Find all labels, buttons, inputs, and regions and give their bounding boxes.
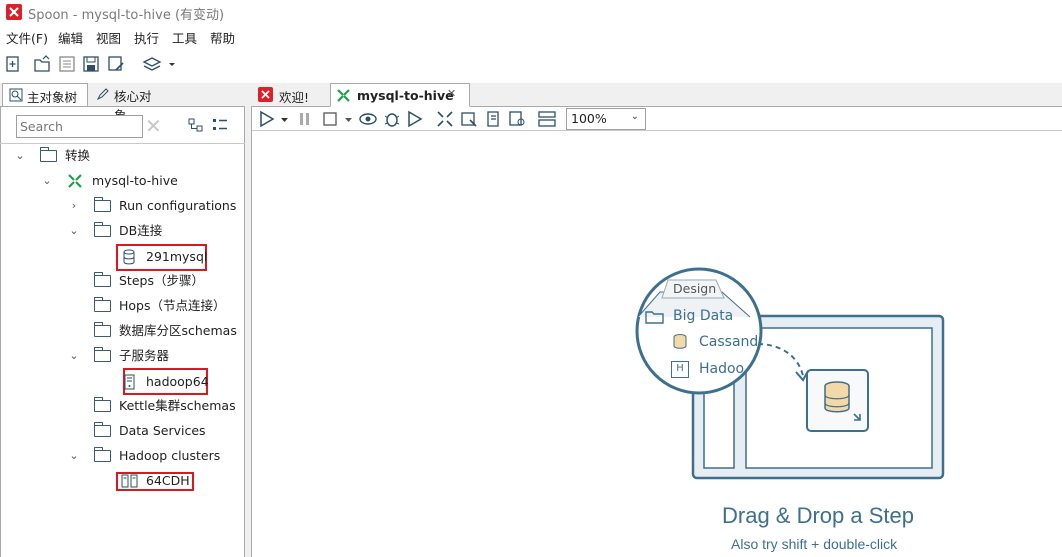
chevron-down-icon[interactable]: ⌄: [41, 170, 53, 192]
database-icon: [673, 334, 687, 349]
hadoop-cluster-icon: [121, 474, 138, 488]
tree-label: DB连接: [119, 223, 163, 238]
folder-icon: [93, 347, 111, 362]
menu-help[interactable]: 帮助: [210, 28, 235, 47]
tree-icon: [9, 88, 23, 102]
tree-label: 291mysql: [146, 249, 208, 264]
folder-icon: [93, 197, 111, 212]
hadoop-badge-icon: H: [671, 361, 689, 378]
main-toolbar: [0, 50, 1062, 78]
hadoop-label: Hadoop: [699, 361, 745, 377]
window-title: Spoon - mysql-to-hive (有变动): [28, 8, 225, 23]
tab-core-objects[interactable]: 核心对象: [90, 83, 168, 123]
cassandra-label: Cassandra: [699, 334, 759, 350]
chevron-down-icon[interactable]: ⌄: [68, 445, 80, 467]
folder-icon: [93, 297, 111, 312]
perspective-layers-icon[interactable]: [141, 54, 177, 74]
clear-search-icon[interactable]: ✕: [145, 115, 163, 137]
expand-all-icon[interactable]: [188, 117, 204, 137]
pause-icon[interactable]: [298, 110, 312, 128]
big-data-label: Big Data: [673, 308, 734, 324]
drag-drop-title: Drag & Drop a Step: [722, 503, 914, 528]
spoon-app-icon: [6, 4, 22, 20]
open-folder-icon[interactable]: [32, 54, 52, 74]
search-input[interactable]: [16, 115, 143, 138]
verify-icon[interactable]: [436, 110, 456, 128]
tree-label: Steps（步骤）: [119, 273, 204, 288]
save-icon[interactable]: [81, 54, 101, 74]
left-tabs: 主对象树 核心对象: [0, 83, 245, 123]
tree-label: hadoop64: [146, 374, 209, 389]
tree-label: Kettle集群schemas: [119, 398, 236, 413]
chevron-right-icon[interactable]: ›: [68, 195, 80, 217]
chevron-down-icon[interactable]: ⌄: [14, 145, 26, 167]
tab-welcome[interactable]: 欢迎!: [253, 83, 331, 107]
editor-toolbar: [252, 107, 1062, 131]
menu-edit[interactable]: 编辑: [58, 28, 83, 47]
folder-icon: [39, 147, 57, 162]
folder-icon: [93, 222, 111, 237]
folder-icon: [93, 272, 111, 287]
preview-eye-icon[interactable]: [358, 110, 378, 128]
tab-main-tree-label: 主对象树: [27, 90, 78, 105]
menu-view[interactable]: 视图: [96, 28, 121, 47]
collapse-all-icon[interactable]: [212, 117, 228, 137]
results-panel-icon[interactable]: [538, 110, 556, 128]
chevron-down-icon[interactable]: ⌄: [68, 220, 80, 242]
drag-drop-subtitle: Also try shift + double-click: [731, 536, 898, 552]
database-icon: [123, 249, 135, 265]
stop-dropdown-icon[interactable]: [344, 110, 354, 128]
divider: [0, 143, 245, 144]
folder-icon: [93, 422, 111, 437]
tree-label: 数据库分区schemas: [119, 323, 237, 338]
tree-label: Run configurations: [119, 198, 237, 213]
close-tab-icon[interactable]: ✕: [447, 87, 456, 100]
menu-file[interactable]: 文件(F): [6, 28, 48, 47]
tree-label: Hops（节点连接）: [119, 298, 226, 313]
title-bar: Spoon - mysql-to-hive (有变动): [0, 0, 1062, 24]
explore-db-icon[interactable]: [508, 110, 528, 128]
tree-label: 转换: [65, 148, 91, 163]
tab-mysql-to-hive[interactable]: mysql-to-hive ✕: [330, 83, 470, 107]
folder-icon: [93, 322, 111, 337]
zoom-select[interactable]: 100% ⌄: [566, 108, 646, 130]
save-as-icon[interactable]: [106, 54, 126, 74]
editor-tabs: 欢迎! mysql-to-hive ✕: [251, 83, 1062, 107]
replay-icon[interactable]: [406, 110, 426, 128]
transformation-icon: [68, 174, 82, 188]
menu-bar: 文件(F) 编辑 视图 执行 工具 帮助: [0, 26, 1062, 46]
explore-repo-icon[interactable]: [57, 54, 77, 74]
chevron-down-icon: ⌄: [630, 111, 639, 122]
new-file-icon[interactable]: [3, 54, 23, 74]
debug-icon[interactable]: [382, 110, 402, 128]
tab-main-tree[interactable]: 主对象树: [2, 83, 88, 106]
tree-label: 64CDH: [146, 473, 190, 488]
tab-active-label: mysql-to-hive: [357, 88, 454, 103]
run-icon[interactable]: [258, 110, 276, 128]
transformation-icon: [337, 89, 350, 102]
tree-label: Data Services: [119, 423, 206, 438]
impact-icon[interactable]: [460, 110, 480, 128]
tab-welcome-label: 欢迎!: [279, 90, 310, 105]
spoon-icon: [258, 87, 273, 102]
tree-label: 子服务器: [119, 348, 170, 363]
zoom-value: 100%: [571, 111, 607, 126]
folder-icon: [93, 447, 111, 462]
tree-label: Hadoop clusters: [119, 448, 221, 463]
server-icon: [124, 374, 135, 390]
tree-label: mysql-to-hive: [92, 173, 178, 188]
sql-icon[interactable]: [484, 110, 504, 128]
folder-icon: [645, 311, 664, 324]
design-tab-label: Design: [673, 281, 717, 296]
menu-tools[interactable]: 工具: [172, 28, 197, 47]
pencil-icon: [96, 88, 109, 101]
folder-icon: [93, 397, 111, 412]
run-dropdown-icon[interactable]: [280, 110, 290, 128]
stop-icon[interactable]: [322, 110, 340, 128]
chevron-down-icon[interactable]: ⌄: [68, 345, 80, 367]
menu-run[interactable]: 执行: [134, 28, 159, 47]
